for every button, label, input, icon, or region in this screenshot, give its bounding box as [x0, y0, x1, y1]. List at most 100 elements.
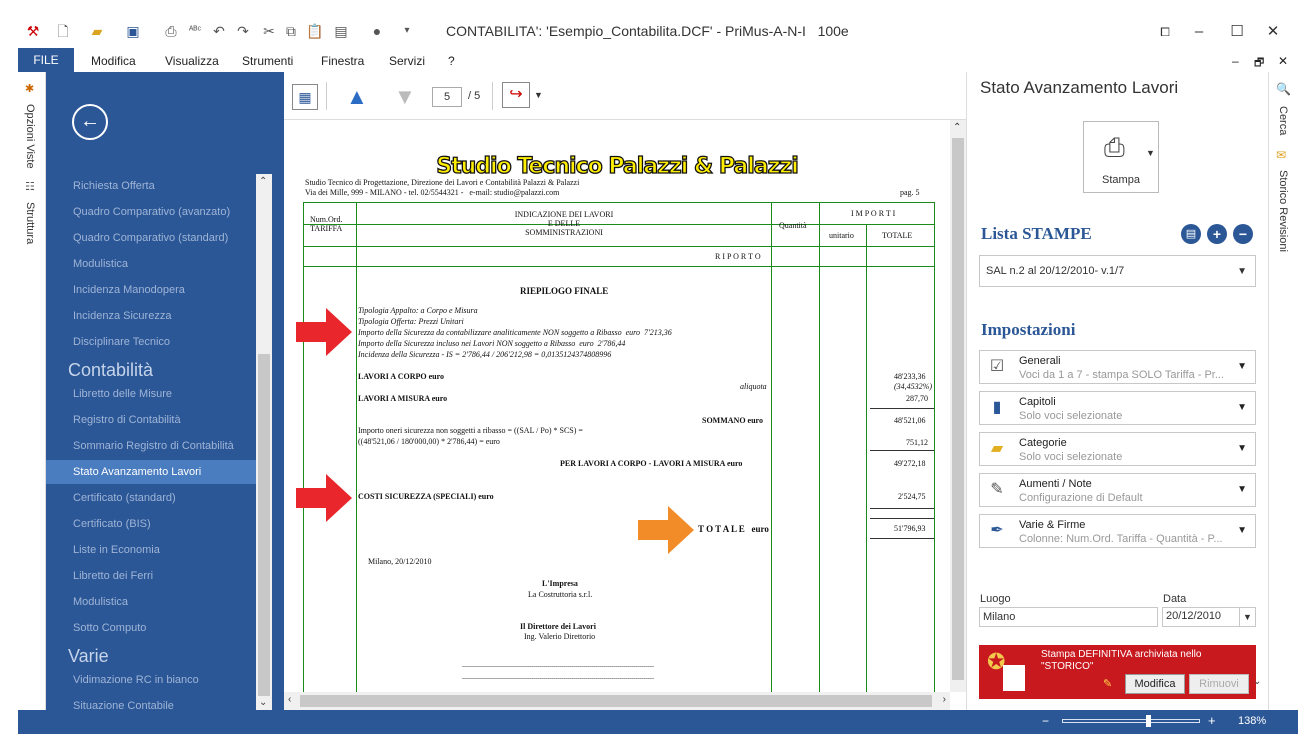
backstage-nav: ← Richiesta Offerta Quadro Comparativo (…: [46, 72, 284, 710]
setting-capitoli[interactable]: ▮ Capitoli Solo voci selezionate ▼: [979, 391, 1256, 425]
new-document-icon[interactable]: 🗋: [54, 22, 72, 40]
spellcheck-icon[interactable]: ᴬᴮᶜ: [186, 22, 204, 40]
nav-item-certificato-standard[interactable]: Certificato (standard): [46, 486, 256, 510]
scroll-down-icon[interactable]: ⌄: [259, 697, 267, 708]
print-list-icon[interactable]: ▤: [1181, 224, 1201, 244]
save-icon[interactable]: ▣: [124, 22, 142, 40]
column-importi: I M P O R T I: [851, 209, 896, 218]
direttore-title: Il Direttore dei Lavori: [520, 622, 596, 631]
close-button[interactable]: ✕: [1258, 21, 1288, 43]
add-icon[interactable]: +: [1207, 224, 1227, 244]
setting-title: Capitoli: [1019, 396, 1056, 408]
menu-finestra[interactable]: Finestra: [321, 54, 364, 68]
customize-toolbar-icon[interactable]: ▾: [398, 22, 416, 40]
next-page-icon[interactable]: ▼: [394, 84, 416, 110]
setting-varie-firme[interactable]: ✒ Varie & Firme Colonne: Num.Ord. Tariff…: [979, 514, 1256, 548]
zoom-in-icon[interactable]: +: [1208, 713, 1216, 728]
preview-horizontal-scrollbar[interactable]: ‹ ›: [284, 692, 950, 710]
file-tab[interactable]: FILE: [18, 48, 74, 72]
nav-item-richiesta-offerta[interactable]: Richiesta Offerta: [46, 174, 256, 198]
nav-item-quadro-standard[interactable]: Quadro Comparativo (standard): [46, 226, 256, 250]
quick-access-icon[interactable]: ▤: [332, 22, 350, 40]
search-icon[interactable]: 🔍: [1276, 82, 1291, 96]
nav-item-incidenza-manodopera[interactable]: Incidenza Manodopera: [46, 278, 256, 302]
maximize-button[interactable]: ☐: [1222, 21, 1252, 43]
modifica-button[interactable]: Modifica: [1125, 674, 1185, 694]
nav-item-modulistica-2[interactable]: Modulistica: [46, 590, 256, 614]
nav-item-liste-economia[interactable]: Liste in Economia: [46, 538, 256, 562]
paste-icon[interactable]: 📋: [306, 22, 324, 40]
restore-icon[interactable]: ⧠: [1150, 21, 1180, 43]
zoom-slider-thumb[interactable]: [1146, 715, 1151, 727]
back-arrow-icon[interactable]: ←: [72, 104, 108, 140]
luogo-label: Luogo: [980, 593, 1011, 605]
page-number-input[interactable]: 5: [432, 87, 462, 107]
nav-item-certificato-bis[interactable]: Certificato (BIS): [46, 512, 256, 536]
tab-storico-revisioni[interactable]: Storico Revisioni: [1277, 170, 1289, 252]
scroll-left-icon[interactable]: ‹: [288, 694, 291, 705]
tab-cerca[interactable]: Cerca: [1277, 106, 1289, 135]
scroll-down-icon[interactable]: ⌄: [1253, 676, 1261, 687]
copy-icon[interactable]: ⧉: [282, 22, 300, 40]
undo-icon[interactable]: ↶: [210, 22, 228, 40]
nav-item-sal[interactable]: Stato Avanzamento Lavori: [46, 460, 256, 484]
open-folder-icon[interactable]: ▰: [88, 22, 106, 40]
doc-restore-button[interactable]: 🗗: [1254, 54, 1264, 73]
cut-icon[interactable]: ✂: [260, 22, 278, 40]
panel-toggle-icon[interactable]: ▦: [292, 84, 318, 110]
zoom-out-icon[interactable]: −: [1042, 714, 1049, 728]
doc-close-button[interactable]: ✕: [1278, 54, 1288, 68]
doc-minimize-button[interactable]: –: [1232, 54, 1239, 68]
nav-item-vidimazione[interactable]: Vidimazione RC in bianco: [46, 668, 256, 692]
lista-stampe-select[interactable]: SAL n.2 al 20/12/2010- v.1/7 ▼: [979, 255, 1256, 287]
nav-item-sommario-registro[interactable]: Sommario Registro di Contabilità: [46, 434, 256, 458]
tab-struttura[interactable]: Struttura: [24, 202, 36, 244]
scroll-up-icon[interactable]: ⌃: [259, 176, 267, 187]
preview-vertical-scrollbar[interactable]: ⌃: [950, 120, 966, 692]
menu-strumenti[interactable]: Strumenti: [242, 54, 293, 68]
nav-item-incidenza-sicurezza[interactable]: Incidenza Sicurezza: [46, 304, 256, 328]
nav-item-libretto-misure[interactable]: Libretto delle Misure: [46, 382, 256, 406]
tab-opzioni-viste[interactable]: Opzioni Viste: [24, 104, 36, 169]
print-button[interactable]: ⎙ ▼ Stampa: [1083, 121, 1159, 193]
structure-icon[interactable]: ☷: [25, 180, 35, 193]
mail-icon[interactable]: ✉: [1276, 148, 1286, 162]
data-picker[interactable]: 20/12/2010 ▼: [1162, 607, 1256, 627]
export-icon[interactable]: ↪: [502, 82, 530, 108]
options-icon[interactable]: ✱: [25, 82, 34, 95]
menu-visualizza[interactable]: Visualizza: [165, 54, 219, 68]
setting-generali[interactable]: ☑ Generali Voci da 1 a 7 - stampa SOLO T…: [979, 350, 1256, 384]
zoom-slider[interactable]: [1062, 719, 1200, 723]
rimuovi-button[interactable]: Rimuovi: [1189, 674, 1249, 694]
nav-item-libretto-ferri[interactable]: Libretto dei Ferri: [46, 564, 256, 588]
print-icon[interactable]: ⎙: [162, 22, 180, 40]
setting-title: Varie & Firme: [1019, 519, 1086, 531]
scroll-up-icon[interactable]: ⌃: [953, 122, 961, 133]
setting-categorie[interactable]: ▰ Categorie Solo voci selezionate ▼: [979, 432, 1256, 466]
redo-icon[interactable]: ↷: [234, 22, 252, 40]
luogo-input[interactable]: Milano: [979, 607, 1158, 627]
book-icon: ▮: [992, 399, 1002, 416]
mouse-icon[interactable]: ●: [368, 22, 386, 40]
nav-item-sotto-computo[interactable]: Sotto Computo: [46, 616, 256, 640]
scroll-right-icon[interactable]: ›: [943, 694, 946, 705]
menu-modifica[interactable]: Modifica: [91, 54, 136, 68]
chevron-down-icon[interactable]: ▼: [1239, 608, 1255, 626]
nav-item-quadro-avanzato[interactable]: Quadro Comparativo (avanzato): [46, 200, 256, 224]
nav-item-situazione[interactable]: Situazione Contabile: [46, 694, 256, 710]
export-dropdown-icon[interactable]: ▼: [534, 90, 543, 100]
menu-servizi[interactable]: Servizi: [389, 54, 425, 68]
setting-aumenti-note[interactable]: ✎ Aumenti / Note Configurazione di Defau…: [979, 473, 1256, 507]
nav-item-disciplinare[interactable]: Disciplinare Tecnico: [46, 330, 256, 354]
minimize-button[interactable]: –: [1184, 21, 1214, 43]
nav-item-registro[interactable]: Registro di Contabilità: [46, 408, 256, 432]
remove-icon[interactable]: −: [1233, 224, 1253, 244]
preview-scroll-thumb[interactable]: [952, 138, 964, 680]
nav-scroll-thumb[interactable]: [258, 354, 270, 696]
print-dropdown-icon[interactable]: ▼: [1146, 148, 1155, 158]
menu-help[interactable]: ?: [448, 54, 455, 68]
nav-item-modulistica[interactable]: Modulistica: [46, 252, 256, 276]
previous-page-icon[interactable]: ▲: [346, 84, 368, 110]
preview-hscroll-thumb[interactable]: [300, 695, 932, 707]
value-misura: 287,70: [906, 394, 928, 403]
